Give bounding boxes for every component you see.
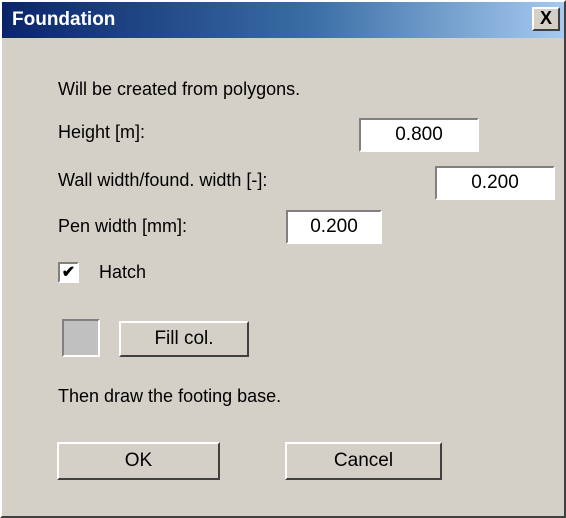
ok-button[interactable]: OK xyxy=(57,442,220,480)
dialog-title: Foundation xyxy=(12,9,116,30)
title-bar[interactable]: Foundation X xyxy=(2,2,564,38)
height-input[interactable]: 0.800 xyxy=(359,118,479,152)
foundation-dialog: Foundation X Will be created from polygo… xyxy=(0,0,566,518)
hatch-label[interactable]: Hatch xyxy=(99,262,146,283)
info-text-top: Will be created from polygons. xyxy=(58,79,301,99)
close-icon: X xyxy=(539,8,552,28)
pen-width-input[interactable]: 0.200 xyxy=(286,210,382,244)
height-label: Height [m]: xyxy=(58,122,146,142)
hatch-checkbox[interactable]: ✔ xyxy=(58,262,79,283)
checkmark-icon: ✔ xyxy=(61,264,76,281)
cancel-button[interactable]: Cancel xyxy=(285,442,442,480)
close-button[interactable]: X xyxy=(532,7,560,31)
info-text-bottom: Then draw the footing base. xyxy=(58,386,282,406)
fill-color-swatch xyxy=(62,319,100,357)
fill-color-button[interactable]: Fill col. xyxy=(119,321,249,357)
wall-width-label: Wall width/found. width [-]: xyxy=(58,170,268,190)
wall-width-input[interactable]: 0.200 xyxy=(435,166,555,200)
pen-width-label: Pen width [mm]: xyxy=(58,216,188,236)
